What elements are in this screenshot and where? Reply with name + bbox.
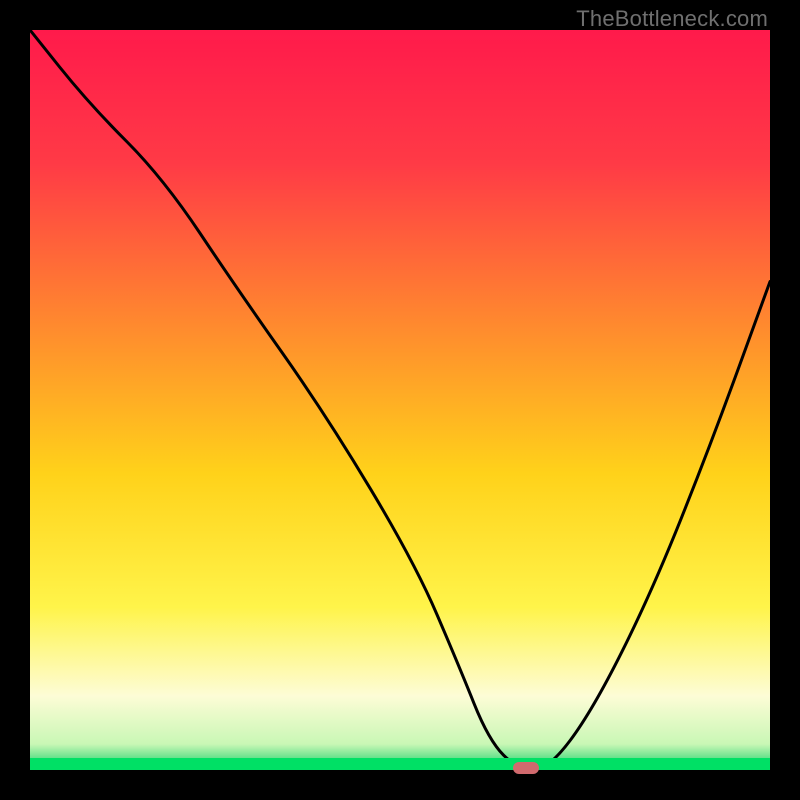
chart-frame [30, 30, 770, 770]
green-band [30, 758, 770, 770]
optimal-marker [513, 762, 539, 774]
bottleneck-chart [30, 30, 770, 770]
gradient-background [30, 30, 770, 770]
watermark-text: TheBottleneck.com [576, 6, 768, 32]
